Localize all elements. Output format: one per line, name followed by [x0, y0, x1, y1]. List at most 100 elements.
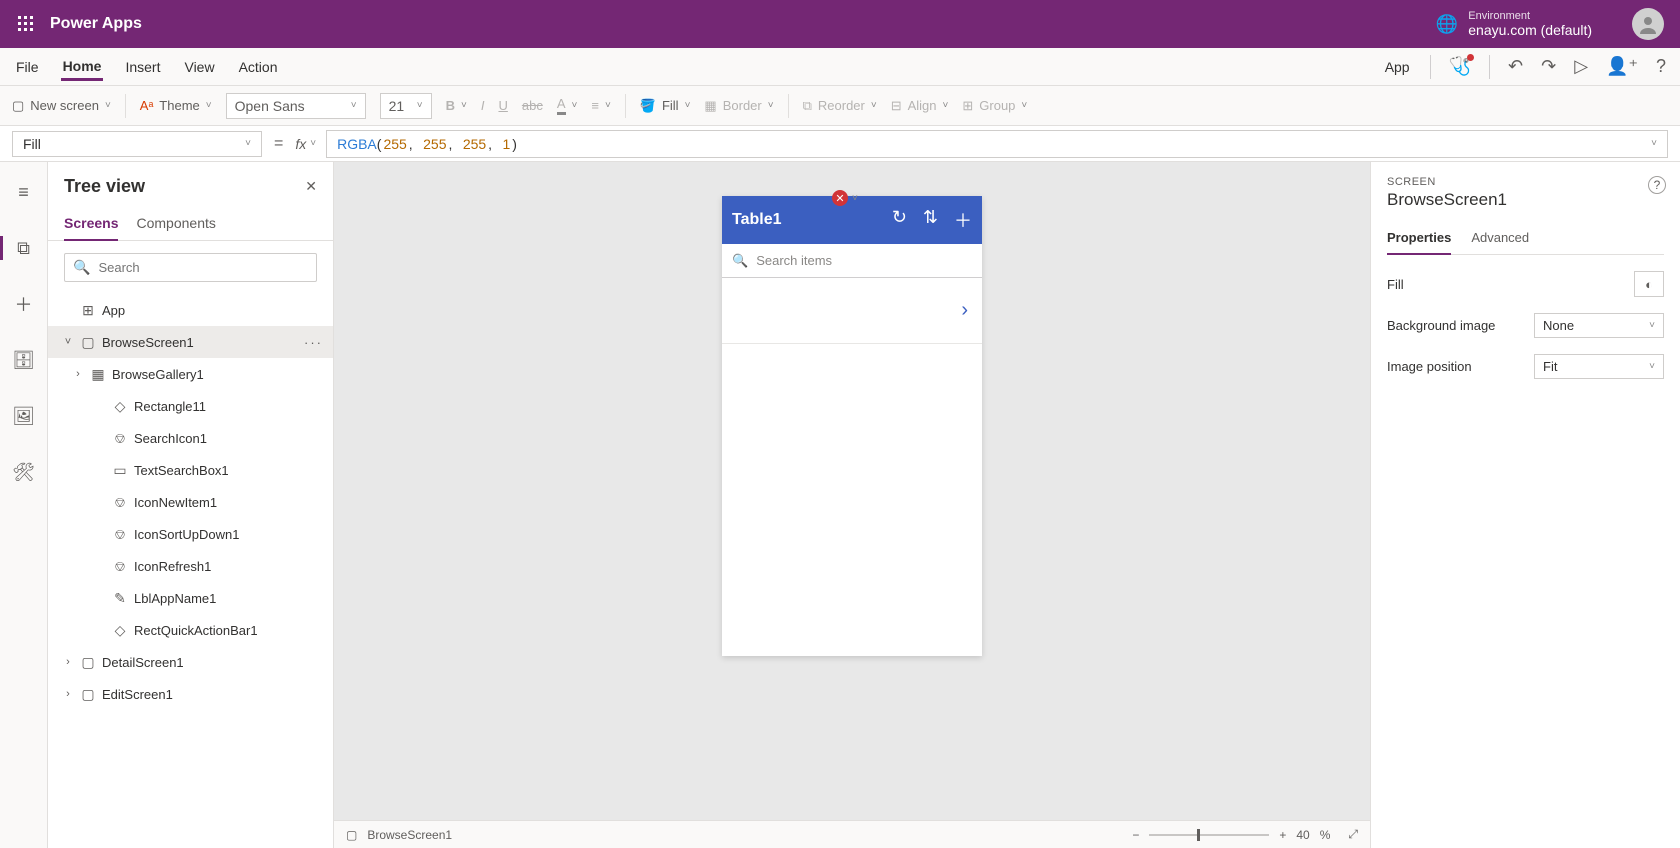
tree-item[interactable]: ✎LblAppName1···: [48, 582, 333, 614]
image-position-select[interactable]: Fit˅: [1534, 354, 1664, 379]
insert-icon[interactable]: ＋: [8, 288, 40, 320]
property-select[interactable]: Fill˅: [12, 131, 262, 157]
node-icon: ▢: [80, 654, 96, 671]
equals-label: =: [272, 135, 285, 153]
tree-item[interactable]: ⊞App···: [48, 294, 333, 326]
node-icon: ▭: [112, 462, 128, 479]
advanced-tools-icon[interactable]: 🛠: [8, 456, 40, 488]
list-item[interactable]: ›: [722, 278, 982, 344]
tree-item[interactable]: ⎊IconNewItem1···: [48, 486, 333, 518]
refresh-icon[interactable]: ↻: [892, 207, 907, 233]
zoom-in-button[interactable]: +: [1279, 828, 1286, 842]
menu-file[interactable]: File: [14, 53, 41, 81]
phone-search[interactable]: 🔍 Search items: [722, 244, 982, 278]
reorder-button[interactable]: ⧉Reorder˅: [803, 98, 877, 114]
tab-properties[interactable]: Properties: [1387, 224, 1451, 255]
expand-icon[interactable]: ›: [62, 656, 74, 668]
node-label: EditScreen1: [102, 687, 298, 702]
search-icon: 🔍: [73, 259, 90, 276]
tree-panel: Tree view ✕ Screens Components 🔍 ⊞App···…: [48, 162, 334, 848]
media-icon[interactable]: 🖼: [8, 400, 40, 432]
italic-button[interactable]: I: [481, 98, 485, 113]
bg-image-select[interactable]: None˅: [1534, 313, 1664, 338]
tree-item[interactable]: ▭TextSearchBox1···: [48, 454, 333, 486]
props-name: BrowseScreen1: [1387, 190, 1664, 210]
undo-icon[interactable]: ↶: [1508, 56, 1523, 77]
font-size-input[interactable]: 21˅: [380, 93, 432, 119]
tab-components[interactable]: Components: [136, 209, 215, 240]
bold-button[interactable]: B˅: [446, 98, 467, 113]
underline-button[interactable]: U: [498, 98, 507, 113]
tab-screens[interactable]: Screens: [64, 209, 118, 241]
left-rail: ≡ ⧉ ＋ 🗄 🖼 🛠: [0, 162, 48, 848]
tree-item[interactable]: ⎊IconRefresh1···: [48, 550, 333, 582]
data-icon[interactable]: 🗄: [8, 344, 40, 376]
menu-insert[interactable]: Insert: [123, 53, 162, 81]
border-button[interactable]: ▦Border˅: [704, 98, 773, 114]
menu-view[interactable]: View: [182, 53, 216, 81]
share-icon[interactable]: 👤⁺: [1606, 56, 1638, 77]
ribbon: ▢New screen˅ AᵃTheme˅ Open Sans˅ 21˅ B˅ …: [0, 86, 1680, 126]
expand-formula-icon[interactable]: ˅: [1651, 138, 1657, 149]
text-align-button[interactable]: ≡˅: [591, 98, 610, 113]
tree-view-icon[interactable]: ⧉: [8, 232, 40, 264]
add-icon[interactable]: ＋: [954, 207, 972, 233]
hamburger-icon[interactable]: ≡: [8, 176, 40, 208]
sort-icon[interactable]: ⇅: [923, 207, 938, 233]
align-icon: ⊟: [891, 98, 902, 114]
more-icon[interactable]: ···: [304, 335, 323, 350]
theme-button[interactable]: AᵃTheme˅: [140, 98, 212, 113]
expand-icon[interactable]: ›: [62, 688, 74, 700]
node-label: IconRefresh1: [134, 559, 298, 574]
fill-button[interactable]: 🪣Fill˅: [640, 98, 691, 114]
tree-search[interactable]: 🔍: [64, 253, 317, 282]
menubar: File Home Insert View Action App 🩺 ↶ ↷ ▷…: [0, 48, 1680, 86]
node-icon: ⎊: [112, 526, 128, 543]
font-color-button[interactable]: A˅: [557, 96, 578, 115]
node-icon: ▦: [90, 366, 106, 383]
zoom-out-button[interactable]: −: [1132, 828, 1139, 842]
tree-item[interactable]: ˅▢BrowseScreen1···: [48, 326, 333, 358]
zoom-slider[interactable]: [1149, 834, 1269, 836]
fx-icon[interactable]: fx˅: [295, 136, 316, 152]
environment-name: enayu.com (default): [1468, 22, 1592, 38]
tree-item[interactable]: ◇Rectangle11···: [48, 390, 333, 422]
waffle-icon[interactable]: [10, 8, 42, 40]
tab-advanced[interactable]: Advanced: [1471, 224, 1529, 254]
tree-item[interactable]: ›▢EditScreen1···: [48, 678, 333, 710]
play-icon[interactable]: ▷: [1574, 56, 1588, 77]
expand-icon[interactable]: ›: [72, 368, 84, 380]
formula-input[interactable]: RGBA(255, 255, 255, 1) ˅: [326, 130, 1668, 158]
expand-icon[interactable]: ˅: [62, 336, 74, 348]
app-dropdown[interactable]: App: [1383, 53, 1412, 81]
panel-help-icon[interactable]: ?: [1648, 176, 1666, 194]
error-indicator[interactable]: ✕ ˅: [832, 190, 858, 206]
fill-color-picker[interactable]: ◐: [1634, 271, 1664, 297]
new-screen-button[interactable]: ▢New screen˅: [12, 98, 111, 114]
strike-button[interactable]: abc: [522, 98, 543, 113]
close-panel-icon[interactable]: ✕: [305, 178, 317, 195]
redo-icon[interactable]: ↷: [1541, 56, 1556, 77]
environment-picker[interactable]: 🌐 Environment enayu.com (default): [1436, 10, 1592, 38]
tree-item[interactable]: ›▢DetailScreen1···: [48, 646, 333, 678]
menu-action[interactable]: Action: [237, 53, 280, 81]
node-icon: ▢: [80, 334, 96, 351]
avatar[interactable]: [1632, 8, 1664, 40]
phone-preview[interactable]: Table1 ↻ ⇅ ＋ 🔍 Search items ›: [722, 196, 982, 656]
tree-item[interactable]: ⎊IconSortUpDown1···: [48, 518, 333, 550]
menu-home[interactable]: Home: [61, 52, 104, 81]
tree-item[interactable]: ◇RectQuickActionBar1···: [48, 614, 333, 646]
tree-item[interactable]: ›▦BrowseGallery1···: [48, 358, 333, 390]
align-button[interactable]: ⊟Align˅: [891, 98, 949, 114]
chevron-down-icon: ˅: [852, 193, 858, 204]
tree-search-input[interactable]: [98, 260, 308, 275]
node-label: DetailScreen1: [102, 655, 298, 670]
group-button[interactable]: ⊞Group˅: [962, 98, 1027, 114]
help-icon[interactable]: ?: [1656, 56, 1666, 77]
tree-item[interactable]: ⎊SearchIcon1···: [48, 422, 333, 454]
app-checker-icon[interactable]: 🩺: [1449, 56, 1471, 77]
node-label: TextSearchBox1: [134, 463, 298, 478]
screen-checkbox-icon[interactable]: ▢: [346, 828, 357, 842]
fit-screen-icon[interactable]: ⤢: [1348, 827, 1358, 842]
font-select[interactable]: Open Sans˅: [226, 93, 366, 119]
